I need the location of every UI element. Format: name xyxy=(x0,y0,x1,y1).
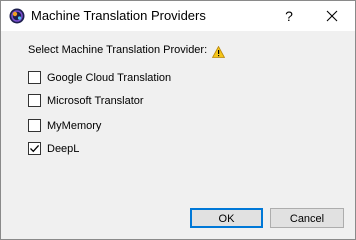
provider-option-google[interactable]: Google Cloud Translation xyxy=(28,70,171,85)
close-icon xyxy=(326,10,338,22)
window-title: Machine Translation Providers xyxy=(31,8,206,23)
checkmark-icon xyxy=(30,144,40,153)
checkbox-mymemory[interactable] xyxy=(28,119,41,132)
provider-label: MyMemory xyxy=(47,119,102,132)
provider-prompt: Select Machine Translation Provider: xyxy=(28,44,208,56)
cancel-button[interactable]: Cancel xyxy=(270,208,344,228)
warning-icon xyxy=(211,45,226,58)
close-button[interactable] xyxy=(319,6,345,26)
dialog-window: Machine Translation Providers ? Select M… xyxy=(0,0,356,240)
checkbox-microsoft[interactable] xyxy=(28,94,41,107)
dialog-content: Select Machine Translation Provider: Goo… xyxy=(1,31,355,239)
help-button[interactable]: ? xyxy=(277,6,301,26)
app-icon xyxy=(9,8,25,24)
provider-option-mymemory[interactable]: MyMemory xyxy=(28,118,101,133)
ok-button[interactable]: OK xyxy=(190,208,263,228)
provider-option-deepl[interactable]: DeepL xyxy=(28,141,79,156)
provider-label: Google Cloud Translation xyxy=(47,71,172,84)
checkbox-google[interactable] xyxy=(28,71,41,84)
provider-option-microsoft[interactable]: Microsoft Translator xyxy=(28,93,144,108)
checkbox-deepl[interactable] xyxy=(28,142,41,155)
provider-label: DeepL xyxy=(47,142,80,155)
provider-label: Microsoft Translator xyxy=(47,94,144,107)
title-bar: Machine Translation Providers ? xyxy=(1,1,355,31)
